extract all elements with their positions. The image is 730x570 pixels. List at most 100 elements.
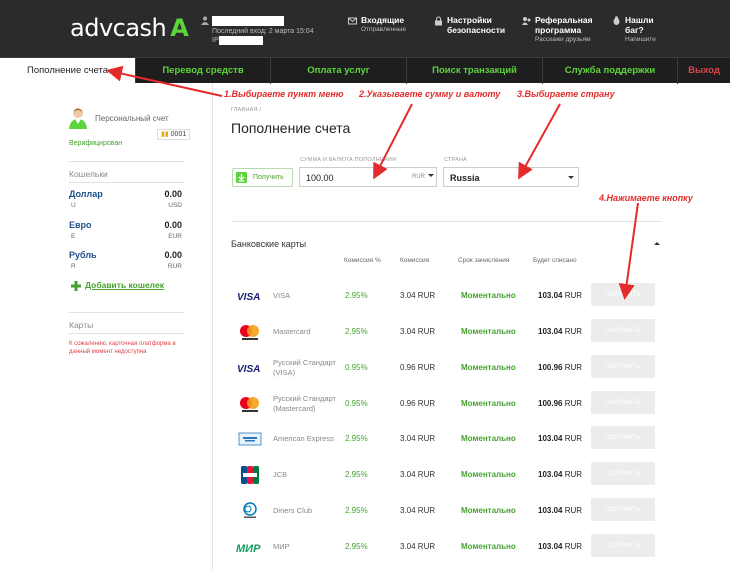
svg-text:VISA: VISA <box>237 292 260 303</box>
debit-value: 100.96 <box>538 363 563 372</box>
currency-select[interactable]: RUR <box>412 174 434 180</box>
commission-pct: 2.95% <box>345 434 368 443</box>
page-title: Пополнение счета <box>231 120 351 136</box>
wallet-code: E <box>71 233 76 240</box>
commission: 3.04 RUR <box>400 434 436 443</box>
commission: 3.04 RUR <box>400 542 436 551</box>
amount-field[interactable]: RUR <box>299 167 437 187</box>
main-nav: Пополнение счета Перевод средств Оплата … <box>0 57 730 84</box>
diners-logo <box>243 502 257 518</box>
plus-icon <box>71 281 81 291</box>
row-get-button[interactable]: ПОЛУЧИТЬ <box>591 319 655 342</box>
user-icon <box>201 16 209 25</box>
country-value: Russia <box>450 173 480 183</box>
term: Моментально <box>461 470 516 479</box>
row-get-button[interactable]: ПОЛУЧИТЬ <box>591 426 655 449</box>
debit-amount: 103.04 RUR <box>538 291 582 300</box>
debit-amount: 100.96 RUR <box>538 399 582 408</box>
debit-value: 103.04 <box>538 434 563 443</box>
divider <box>69 161 184 162</box>
row-get-button[interactable]: ПОЛУЧИТЬ <box>591 498 655 521</box>
wallet-name: Доллар <box>69 189 103 199</box>
col-debit: Будет списано <box>533 257 577 264</box>
header-report-bug[interactable]: Нашли баг? Напишите <box>613 15 656 44</box>
ip-label: IP <box>212 37 219 44</box>
get-button[interactable]: Получить <box>232 168 293 187</box>
row-get-button[interactable]: ПОЛУЧИТЬ <box>591 391 655 414</box>
debit-value: 100.96 <box>538 399 563 408</box>
mir-logo: МИР <box>236 543 261 555</box>
nav-deposit[interactable]: Пополнение счета <box>0 58 136 84</box>
header-referral[interactable]: Реферальная программа Расскажи друзьям <box>522 15 593 44</box>
annotation-step-4: 4.Нажимаете кнопку <box>599 193 693 203</box>
header-security-settings[interactable]: Настройки безопасности <box>435 15 505 35</box>
wallet-code: U <box>71 202 76 209</box>
svg-text:VISA: VISA <box>237 364 260 375</box>
nav-transfer[interactable]: Перевод средств <box>136 58 271 84</box>
term: Моментально <box>461 327 516 336</box>
avatar-icon <box>69 108 87 129</box>
provider-name-line2: (Mastercard) <box>273 404 316 413</box>
provider-name: JCB <box>273 470 288 479</box>
row-get-button[interactable]: ПОЛУЧИТЬ <box>591 355 655 378</box>
debit-currency: RUR <box>564 327 583 336</box>
debit-amount: 100.96 RUR <box>538 363 582 372</box>
nav-logout[interactable]: Выход <box>678 58 730 84</box>
bug-note: Напишите <box>625 36 656 43</box>
sidebar: Персональный счет ▮▮ 0001 Верифицирован … <box>0 83 213 570</box>
debit-value: 103.04 <box>538 291 563 300</box>
row-get-button[interactable]: ПОЛУЧИТЬ <box>591 283 655 306</box>
wallet-balance: 0.00 <box>164 189 182 199</box>
annotation-step-3: 3.Выбираете страну <box>517 89 615 99</box>
arrow-step-3 <box>518 103 561 180</box>
download-icon <box>236 172 247 183</box>
collapse-icon[interactable] <box>654 242 660 245</box>
country-label: СТРАНА <box>444 157 467 163</box>
header-inbox[interactable]: Входящие Отправленные <box>348 15 406 34</box>
lock-icon <box>435 16 442 26</box>
commission-pct: 2.95% <box>345 506 368 515</box>
amount-input[interactable] <box>306 171 396 184</box>
bug-icon <box>613 16 620 25</box>
verified-status: Верифицирован <box>69 140 123 147</box>
sent-label[interactable]: Отправленные <box>361 25 406 34</box>
annotation-step-1: 1.Выбираете пункт меню <box>224 89 344 99</box>
referral-label-1: Реферальная <box>535 15 593 25</box>
level-icon: ▮▮ <box>161 131 171 138</box>
provider-name: VISA <box>273 291 291 300</box>
row-get-button[interactable]: ПОЛУЧИТЬ <box>591 462 655 485</box>
debit-value: 103.04 <box>538 470 563 479</box>
nav-pay-services[interactable]: Оплата услуг <box>271 58 407 84</box>
term: Моментально <box>461 291 516 300</box>
term: Моментально <box>461 542 516 551</box>
cards-title: Карты <box>69 320 94 330</box>
referral-note: Расскажи друзьям <box>535 36 591 43</box>
referral-icon <box>522 17 531 25</box>
add-wallet-link[interactable]: Добавить кошелек <box>85 280 164 290</box>
debit-currency: RUR <box>564 291 583 300</box>
commission-pct: 2.95% <box>345 470 368 479</box>
provider-name-line1: Русский Стандарт <box>273 358 336 367</box>
svg-text:МИР: МИР <box>236 543 261 555</box>
wallet-balance: 0.00 <box>164 220 182 230</box>
nav-support[interactable]: Служба поддержки <box>543 58 678 84</box>
redacted-username <box>212 16 284 26</box>
chevron-down-icon <box>428 174 434 177</box>
section-divider <box>231 221 662 222</box>
mastercard-logo <box>240 325 259 340</box>
country-select[interactable]: Russia <box>443 167 579 187</box>
commission-pct: 2.95% <box>345 542 368 551</box>
advcash-logo[interactable]: advcash A <box>70 14 189 42</box>
debit-amount: 103.04 RUR <box>538 506 582 515</box>
provider-name-line1: Русский Стандарт <box>273 394 336 403</box>
row-get-button[interactable]: ПОЛУЧИТЬ <box>591 534 655 557</box>
breadcrumb[interactable]: ГЛАВНАЯ / <box>231 107 261 113</box>
visa-logo: VISA <box>237 292 260 303</box>
term: Моментально <box>461 363 516 372</box>
term: Моментально <box>461 434 516 443</box>
divider <box>69 312 184 313</box>
payment-row-mastercard: Mastercard 2.95% 3.04 RUR Моментально 10… <box>231 314 662 350</box>
logo-a-icon: A <box>170 14 189 42</box>
nav-search-transactions[interactable]: Поиск транзакций <box>407 58 543 84</box>
account-name: Персональный счет <box>95 114 169 123</box>
